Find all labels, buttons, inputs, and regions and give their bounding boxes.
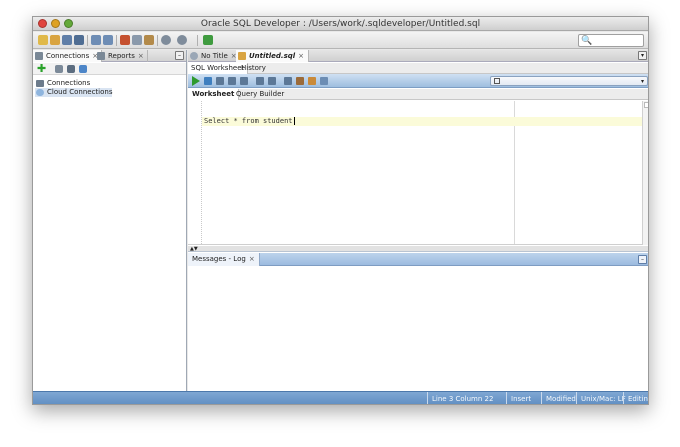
- status-bar: Line 3 Column 22 Insert Modified Unix/Ma…: [33, 391, 648, 404]
- window-title: Oracle SQL Developer : /Users/work/.sqld…: [200, 19, 481, 29]
- editor-area: No Title × Untitled.sql × ▾ SQL Worksheet …: [188, 50, 648, 391]
- save-all-icon[interactable]: [74, 35, 84, 45]
- status-editing: Editing: [623, 392, 648, 404]
- toolbar-separator: [116, 35, 117, 46]
- sql-tuning-icon[interactable]: [256, 77, 264, 85]
- close-tab-icon[interactable]: ×: [138, 52, 144, 60]
- worksheet-subtabs: SQL Worksheet History: [188, 63, 648, 74]
- filter-icon[interactable]: [67, 65, 75, 73]
- tab-untitled-sql-label: Untitled.sql: [249, 52, 296, 60]
- run-statement-icon[interactable]: [192, 76, 200, 86]
- status-line-endings: Unix/Mac: LF: [576, 392, 626, 404]
- main-toolbar: 🔍: [33, 32, 648, 49]
- connections-toolbar: ✚: [33, 63, 186, 75]
- chevron-down-icon: ▾: [640, 78, 644, 85]
- editor-vertical-scrollbar[interactable]: [642, 101, 648, 245]
- close-tab-icon[interactable]: ×: [249, 255, 255, 263]
- database-icon: [36, 80, 44, 87]
- format-icon[interactable]: [296, 77, 304, 85]
- splitter-arrows-icon[interactable]: ▲▼: [190, 246, 198, 252]
- commit-icon[interactable]: [216, 77, 224, 85]
- cancel-icon[interactable]: [240, 77, 248, 85]
- run-tool-icon[interactable]: [203, 35, 213, 45]
- connections-panel: Connections × Reports × – ✚ Connections Cl…: [33, 50, 187, 391]
- sql-history-icon[interactable]: [320, 77, 328, 85]
- scrollbar-thumb[interactable]: [644, 102, 648, 108]
- minimize-messages-button[interactable]: –: [638, 255, 647, 264]
- search-box[interactable]: 🔍: [578, 34, 644, 47]
- toolbar-separator: [197, 35, 198, 46]
- tree-item-cloud-connections[interactable]: Cloud Connections: [35, 88, 113, 97]
- document-list-dropdown[interactable]: ▾: [638, 51, 647, 60]
- editor-gutter: [195, 101, 202, 244]
- toolbar-separator: [157, 35, 158, 46]
- reports-icon: [97, 52, 105, 60]
- add-connection-icon[interactable]: ✚: [37, 63, 47, 74]
- left-panel-tabs: Connections × Reports × –: [33, 50, 186, 62]
- tab-connections[interactable]: Connections ×: [33, 50, 103, 62]
- minimize-panel-button[interactable]: –: [175, 51, 184, 60]
- tab-reports-label: Reports: [108, 52, 135, 60]
- tab-no-title[interactable]: No Title ×: [188, 50, 242, 62]
- messages-tabs: Messages - Log × –: [188, 253, 648, 266]
- search-icon: 🔍: [581, 36, 593, 46]
- app-window: Oracle SQL Developer : /Users/work/.sqld…: [32, 16, 649, 405]
- autotrace-icon[interactable]: [284, 77, 292, 85]
- explain-plan-icon[interactable]: [268, 77, 276, 85]
- status-modified: Modified: [541, 392, 576, 404]
- connections-tree: Connections Cloud Connections: [35, 79, 113, 97]
- zoom-window-button[interactable]: [64, 19, 73, 28]
- cloud-icon: [36, 89, 44, 96]
- tab-connections-label: Connections: [46, 52, 90, 60]
- tab-no-title-label: No Title: [201, 52, 228, 60]
- tree-item-label: Cloud Connections: [47, 88, 113, 96]
- run-script-icon[interactable]: [204, 77, 212, 85]
- undo-icon[interactable]: [91, 35, 101, 45]
- sql-code-line[interactable]: Select * from student: [204, 117, 295, 126]
- save-icon[interactable]: [62, 35, 72, 45]
- back-icon[interactable]: [161, 35, 171, 45]
- connection-select[interactable]: ▾: [490, 76, 648, 86]
- tab-messages-log-label: Messages - Log: [192, 255, 246, 263]
- tree-item-label: Connections: [47, 79, 91, 87]
- schema-browser-icon[interactable]: [79, 65, 87, 73]
- clear-icon[interactable]: [308, 77, 316, 85]
- rollback-icon[interactable]: [228, 77, 236, 85]
- refresh-icon[interactable]: [55, 65, 63, 73]
- sql-toolbar: ▾: [188, 74, 648, 88]
- tree-item-connections[interactable]: Connections: [35, 79, 112, 88]
- sql-editor[interactable]: Select * from student: [188, 101, 642, 245]
- cut-icon[interactable]: [120, 35, 130, 45]
- tab-reports[interactable]: Reports ×: [95, 50, 148, 62]
- help-icon: [190, 52, 198, 60]
- minimize-window-button[interactable]: [51, 19, 60, 28]
- toolbar-separator: [87, 35, 88, 46]
- open-folder-icon[interactable]: [50, 35, 60, 45]
- status-line-column: Line 3 Column 22: [427, 392, 493, 404]
- tab-untitled-sql[interactable]: Untitled.sql ×: [236, 50, 310, 62]
- text-caret: [293, 117, 295, 125]
- paste-icon[interactable]: [144, 35, 154, 45]
- tab-query-builder[interactable]: Query Builder: [232, 89, 288, 100]
- status-insert-mode: Insert: [506, 392, 531, 404]
- pane-splitter[interactable]: ▲▼: [188, 246, 648, 252]
- redo-icon[interactable]: [103, 35, 113, 45]
- forward-icon[interactable]: [177, 35, 187, 45]
- sql-code-text: Select * from student: [204, 117, 293, 125]
- tab-history[interactable]: History: [238, 63, 269, 74]
- messages-log-area[interactable]: [188, 267, 648, 391]
- copy-icon[interactable]: [132, 35, 142, 45]
- worksheet-mode-tabs: Worksheet Query Builder: [188, 89, 648, 100]
- title-bar: Oracle SQL Developer : /Users/work/.sqld…: [33, 17, 648, 31]
- new-file-icon[interactable]: [38, 35, 48, 45]
- connection-icon: [494, 78, 500, 84]
- close-window-button[interactable]: [38, 19, 47, 28]
- document-tabs: No Title × Untitled.sql × ▾: [188, 50, 648, 62]
- close-tab-icon[interactable]: ×: [298, 52, 304, 60]
- tab-messages-log[interactable]: Messages - Log ×: [188, 253, 260, 266]
- sql-file-icon: [238, 52, 246, 60]
- connections-icon: [35, 52, 43, 60]
